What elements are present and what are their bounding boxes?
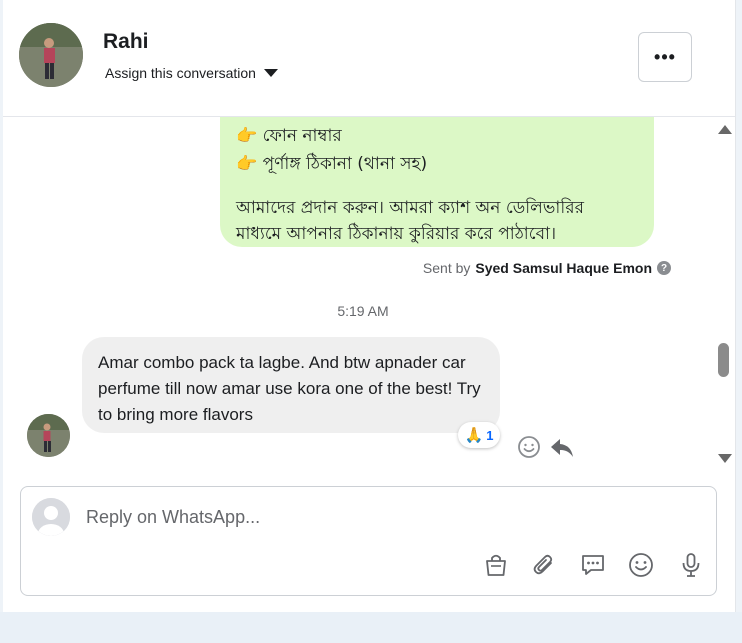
microphone-icon bbox=[682, 553, 700, 577]
incoming-message: Amar combo pack ta lagbe. And btw apnade… bbox=[82, 337, 500, 433]
reaction-emoji: 🙏 bbox=[464, 427, 484, 444]
message-thread[interactable]: 👉 ফোন নাম্বার 👉 পূর্ণাঙ্গ ঠিকানা (থানা স… bbox=[3, 117, 735, 470]
paperclip-icon bbox=[533, 554, 553, 575]
message-scrollbar[interactable] bbox=[713, 117, 735, 470]
contact-avatar[interactable] bbox=[19, 23, 83, 87]
outgoing-message: 👉 ফোন নাম্বার 👉 পূর্ণাঙ্গ ঠিকানা (থানা স… bbox=[220, 117, 654, 247]
shopping-bag-button[interactable] bbox=[482, 551, 510, 579]
message-reaction[interactable]: 🙏 1 bbox=[458, 422, 500, 448]
reaction-count: 1 bbox=[486, 427, 494, 443]
sender-avatar bbox=[27, 414, 70, 457]
more-options-button[interactable]: ••• bbox=[638, 32, 692, 82]
voice-button[interactable] bbox=[677, 551, 705, 579]
reply-icon[interactable] bbox=[549, 435, 575, 459]
assign-label: Assign this conversation bbox=[105, 65, 256, 81]
message-line: 👉 ফোন নাম্বার bbox=[236, 126, 342, 146]
sender-name: Syed Samsul Haque Emon bbox=[475, 260, 652, 276]
reply-composer bbox=[20, 486, 717, 596]
sent-by-prefix: Sent by bbox=[422, 260, 471, 276]
message-line: মাধ্যমে আপনার ঠিকানায় কুরিয়ার করে পাঠা… bbox=[236, 224, 557, 244]
help-icon[interactable]: ? bbox=[657, 261, 671, 275]
chevron-down-icon bbox=[263, 68, 278, 77]
react-smile-icon[interactable] bbox=[517, 435, 541, 459]
saved-replies-button[interactable] bbox=[579, 551, 607, 579]
shopping-bag-icon bbox=[486, 554, 506, 576]
page-footer-strip bbox=[0, 612, 742, 643]
scroll-up-arrow[interactable] bbox=[718, 125, 732, 134]
message-line: আমাদের প্রদান করুন। আমরা ক্যাশ অন ডেলিভা… bbox=[236, 198, 584, 218]
emoji-button[interactable] bbox=[627, 551, 655, 579]
assign-conversation-dropdown[interactable]: Assign this conversation bbox=[105, 65, 278, 81]
more-icon: ••• bbox=[654, 46, 676, 67]
contact-name: Rahi bbox=[103, 30, 149, 53]
emoji-icon bbox=[629, 553, 653, 577]
agent-avatar bbox=[32, 498, 70, 536]
scroll-down-arrow[interactable] bbox=[718, 454, 732, 463]
chat-bubble-icon bbox=[582, 555, 604, 575]
message-line: 👉 পূর্ণাঙ্গ ঠিকানা (থানা সহ) bbox=[236, 154, 428, 174]
sent-by-label: Sent by Syed Samsul Haque Emon ? bbox=[423, 260, 671, 276]
message-timestamp: 5:19 AM bbox=[337, 303, 389, 319]
conversation-header: Rahi Assign this conversation ••• bbox=[3, 0, 735, 117]
conversation-panel: Rahi Assign this conversation ••• 👉 ফোন … bbox=[3, 0, 736, 612]
attach-button[interactable] bbox=[530, 551, 558, 579]
reply-input[interactable] bbox=[86, 507, 486, 528]
scroll-thumb[interactable] bbox=[718, 343, 729, 377]
